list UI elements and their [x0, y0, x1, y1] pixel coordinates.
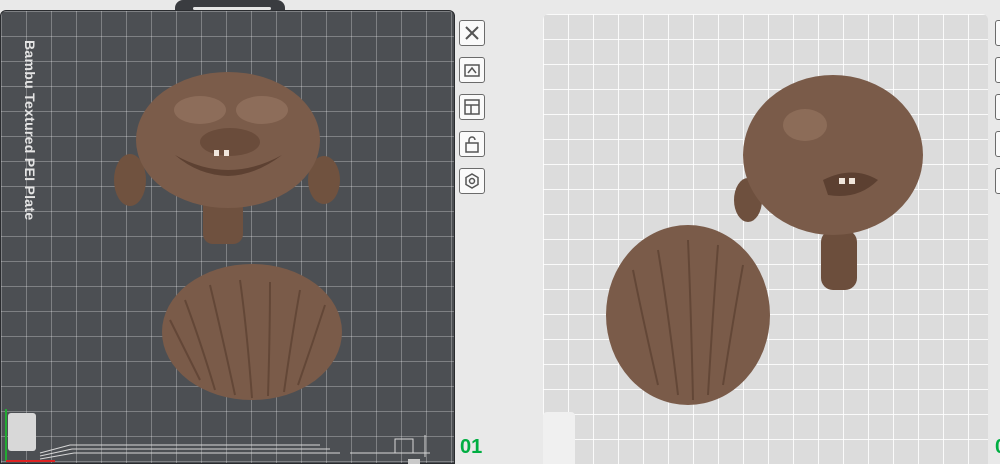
- lock-open-icon: [465, 136, 479, 153]
- plate-number-right[interactable]: 0: [995, 436, 1000, 459]
- models-perspective-view[interactable]: [543, 0, 988, 464]
- lock-button[interactable]: [459, 131, 485, 157]
- close-button[interactable]: [459, 20, 485, 46]
- right-tool-4[interactable]: [995, 131, 1000, 157]
- settings-hex-icon: [465, 173, 479, 189]
- plate-number-left[interactable]: 01: [460, 436, 482, 459]
- right-tool-1[interactable]: [995, 20, 1000, 46]
- auto-orient-button[interactable]: [459, 57, 485, 83]
- right-tool-5[interactable]: [995, 168, 1000, 194]
- arrange-icon: [464, 99, 480, 115]
- models-top-view[interactable]: [0, 0, 455, 464]
- model-head-neck-2: [821, 230, 857, 290]
- right-tool-3[interactable]: [995, 94, 1000, 120]
- model-hair: [162, 264, 342, 400]
- model-head-2: [743, 75, 923, 235]
- object-toolbar-right: [995, 20, 1000, 220]
- arrange-button[interactable]: [459, 94, 485, 120]
- auto-orient-icon: [464, 64, 480, 77]
- right-tool-2[interactable]: [995, 57, 1000, 83]
- close-icon: [465, 26, 479, 40]
- plate-settings-button[interactable]: [459, 168, 485, 194]
